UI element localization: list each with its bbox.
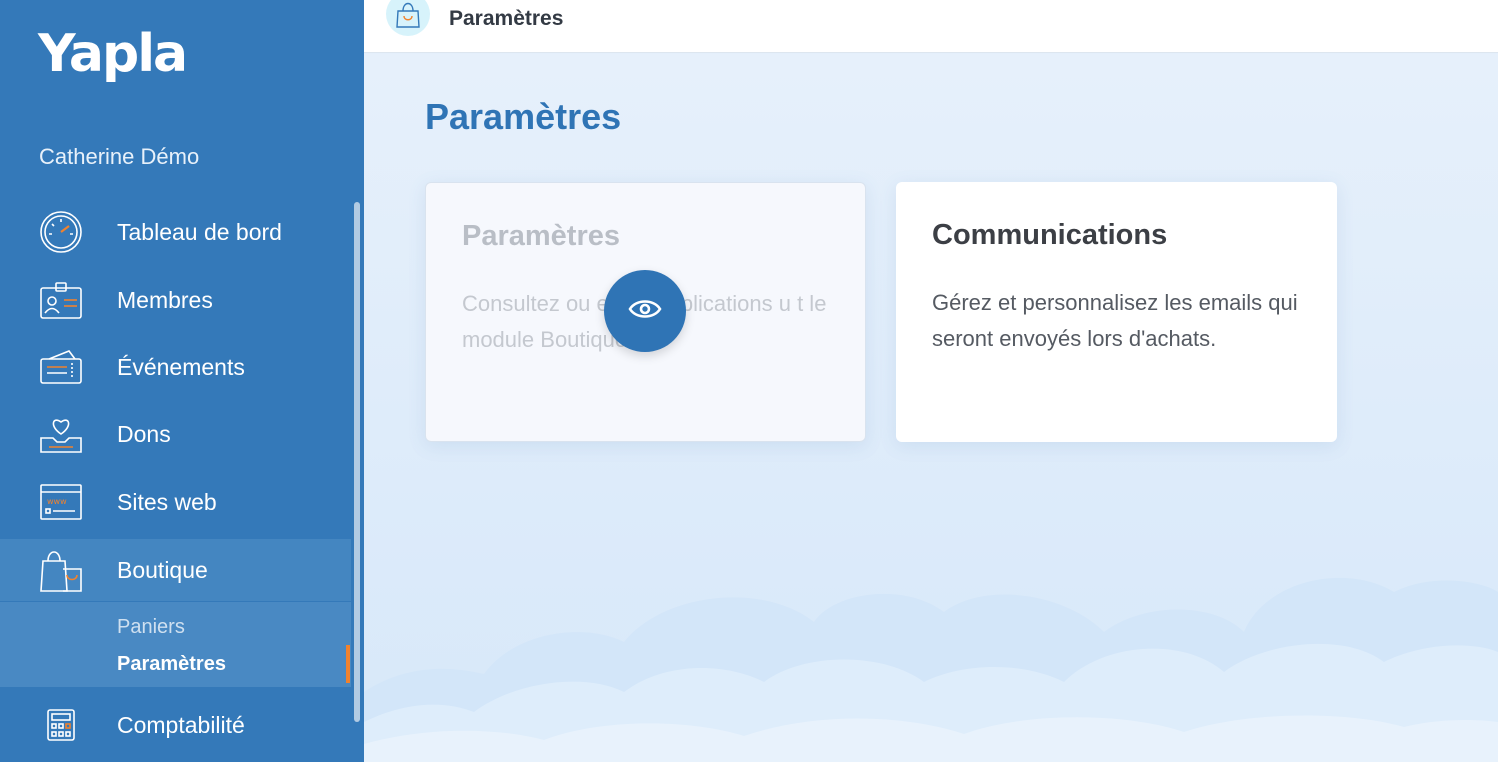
page-title: Paramètres (425, 96, 622, 137)
clouds-background (364, 577, 1498, 762)
sidebar-item-label: Tableau de bord (117, 218, 282, 245)
sidebar-item-label: Événements (117, 353, 245, 380)
sidebar-item-label: Boutique (117, 556, 208, 583)
calculator-icon (38, 702, 84, 748)
sidebar-item-label: Comptabilité (117, 711, 245, 738)
top-bar-title: Paramètres (449, 7, 564, 30)
sidebar-item-dashboard[interactable]: Tableau de bord (0, 202, 351, 262)
card-title: Paramètres (462, 220, 620, 252)
ticket-icon (38, 344, 84, 390)
sidebar-item-events[interactable]: Événements (0, 337, 351, 397)
heart-box-icon (38, 411, 84, 457)
submenu-item-settings[interactable]: Paramètres (117, 653, 226, 676)
sidebar-item-label: Membres (117, 286, 213, 313)
sidebar-scrollbar[interactable] (354, 202, 360, 722)
shopping-bag-icon (386, 0, 430, 36)
yapla-logo[interactable]: Yapla (38, 24, 188, 84)
svg-text:www: www (47, 497, 67, 506)
sidebar-item-label: Sites web (117, 488, 217, 515)
submenu-item-carts[interactable]: Paniers (117, 616, 185, 639)
dashboard-gauge-icon (38, 209, 84, 255)
communications-card[interactable]: Communications Gérez et personnalisez le… (896, 182, 1337, 442)
member-card-icon (38, 277, 84, 323)
sidebar-item-websites[interactable]: www Sites web (0, 472, 351, 532)
shop-submenu: Paniers Paramètres (0, 602, 351, 687)
sidebar-item-shop[interactable]: Boutique (0, 539, 351, 601)
top-bar: Paramètres (364, 0, 1498, 53)
active-indicator (346, 645, 350, 683)
sidebar-item-accounting[interactable]: Comptabilité (0, 695, 351, 755)
website-icon: www (38, 479, 84, 525)
card-title: Communications (932, 219, 1168, 251)
main-content: Paramètres Paramètres Consultez ou er le… (364, 54, 1498, 762)
user-name[interactable]: Catherine Démo (39, 144, 199, 170)
sidebar-item-donations[interactable]: Dons (0, 404, 351, 464)
sidebar: Yapla Catherine Démo Tableau de bord Mem… (0, 0, 364, 762)
shopping-bag-icon (38, 547, 84, 593)
preview-button[interactable] (604, 270, 686, 352)
card-description: Gérez et personnalisez les emails qui se… (932, 290, 1298, 351)
sidebar-item-label: Dons (117, 420, 171, 447)
sidebar-item-members[interactable]: Membres (0, 270, 351, 330)
eye-icon (628, 298, 662, 325)
